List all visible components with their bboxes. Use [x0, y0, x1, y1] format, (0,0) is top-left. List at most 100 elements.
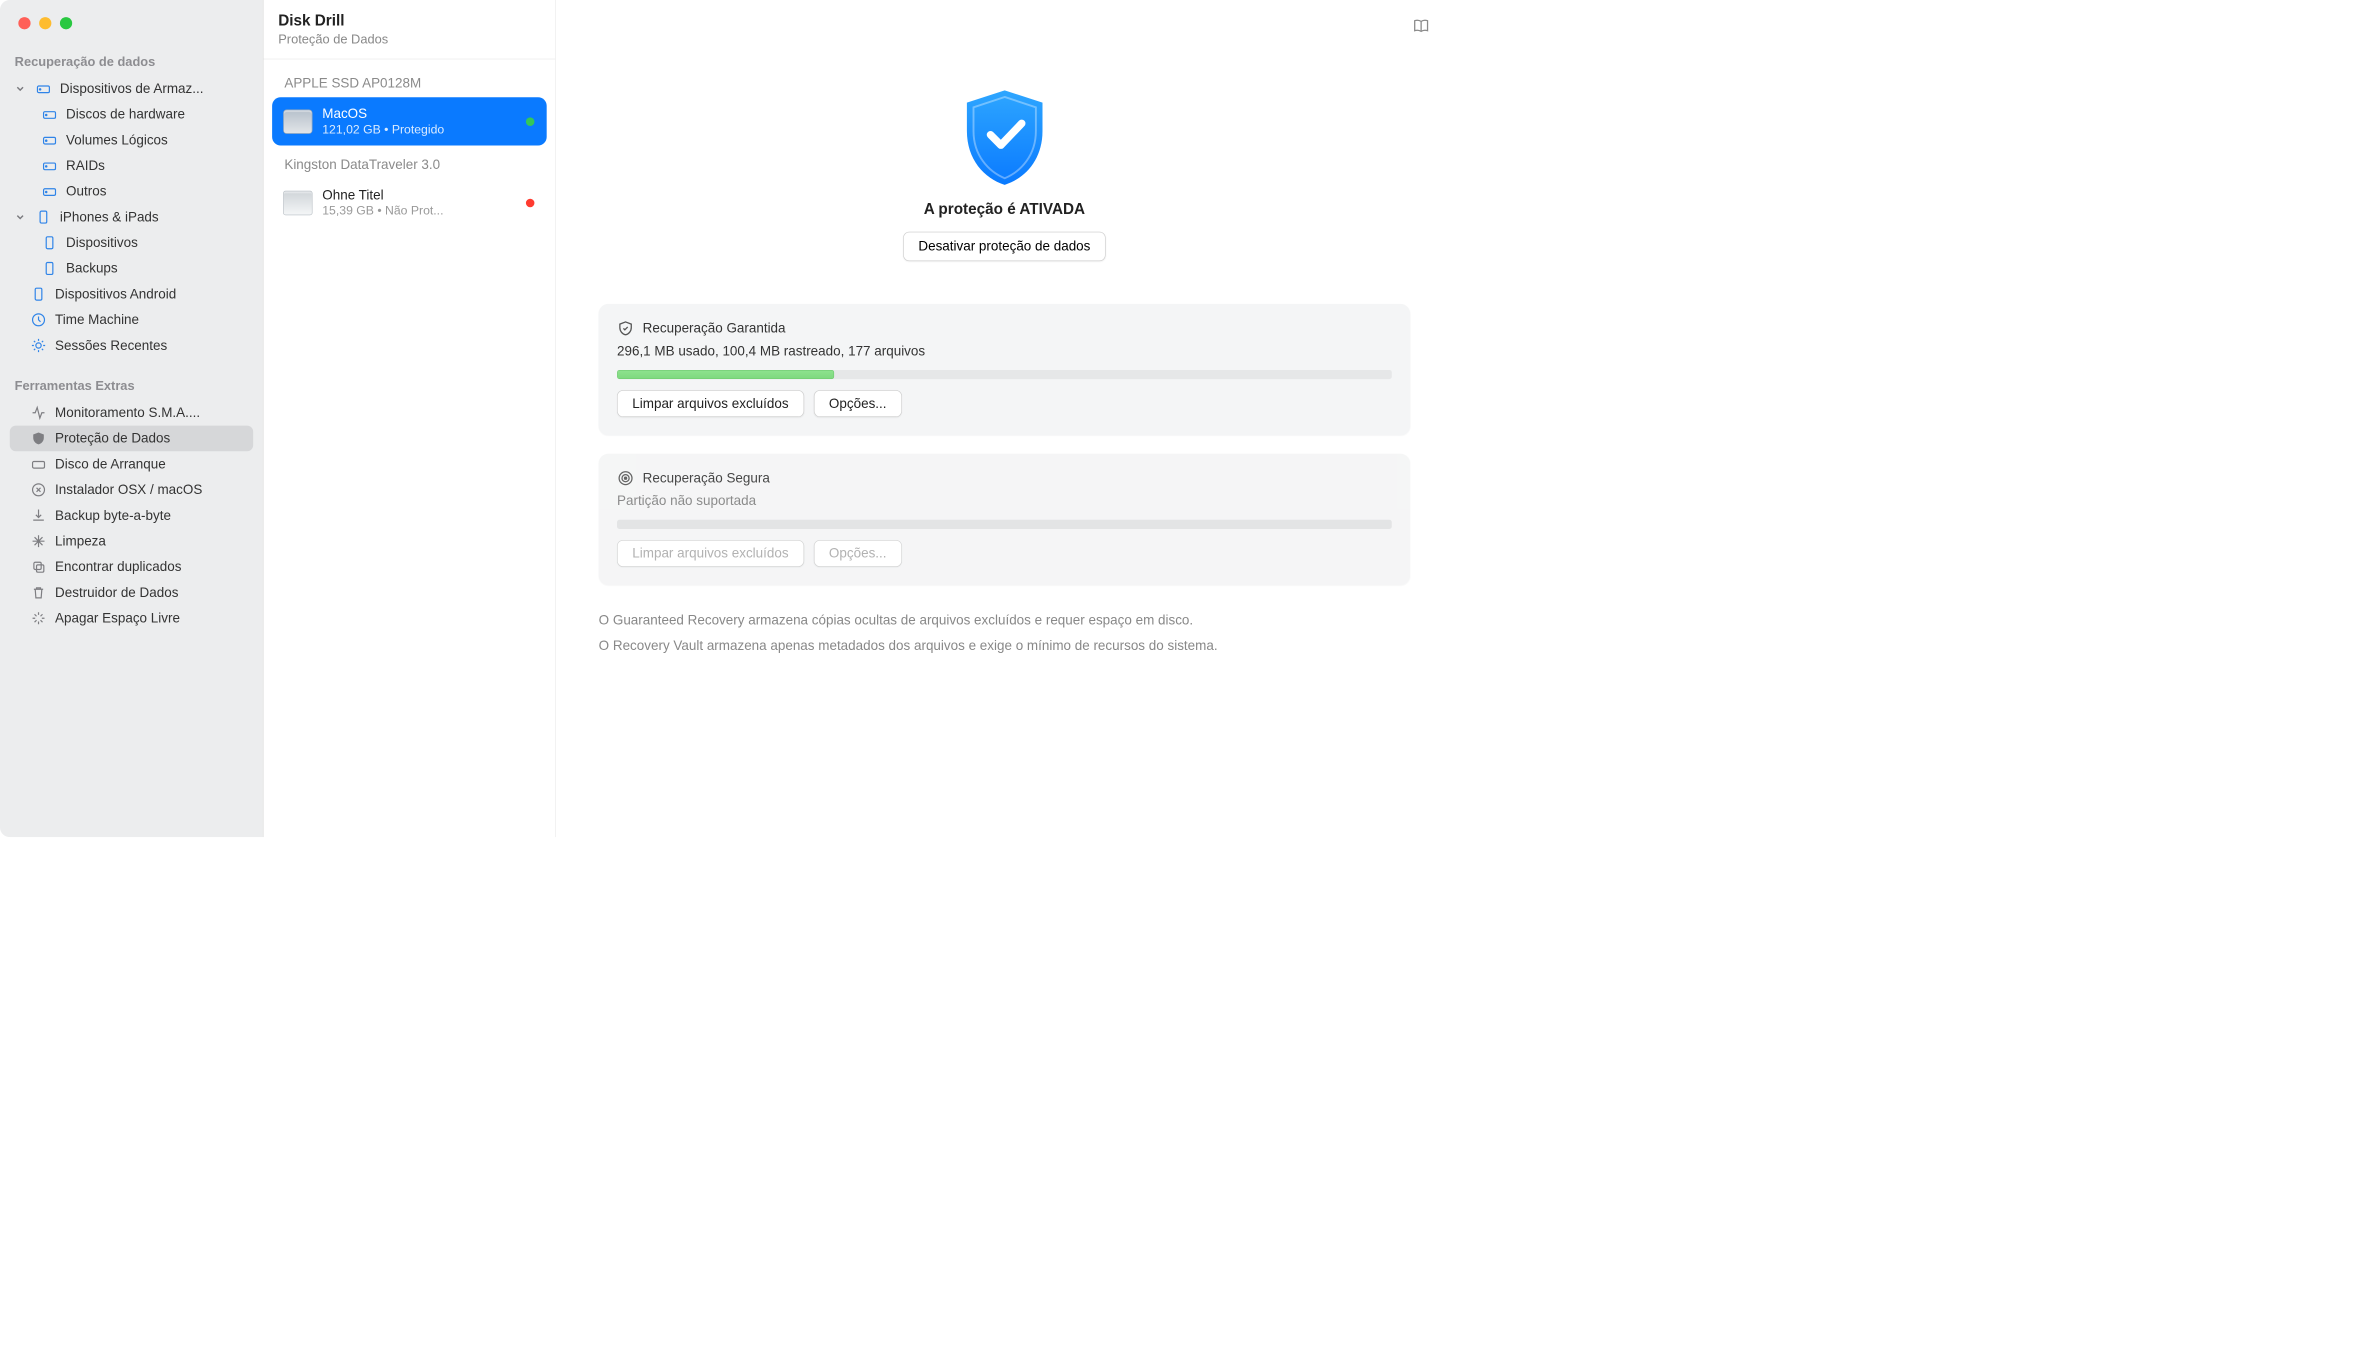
trash-icon [31, 585, 47, 601]
fullscreen-icon[interactable] [60, 17, 72, 29]
nav-item-cleanup[interactable]: Limpeza [10, 528, 253, 554]
drive-icon [42, 183, 58, 199]
nav-item-data-protection[interactable]: Proteção de Dados [10, 426, 253, 452]
nav-section-header-recovery: Recuperação de dados [10, 50, 253, 76]
drive-icon [42, 158, 58, 174]
nav-item-label: Limpeza [55, 533, 106, 549]
nav-item-backups[interactable]: Backups [10, 256, 253, 282]
shield-icon [31, 430, 47, 446]
nav-item-label: Dispositivos [66, 235, 138, 251]
nav-group-storage[interactable]: Dispositivos de Armaz... [10, 76, 253, 102]
android-icon [31, 286, 47, 302]
nav-item-label: Dispositivos Android [55, 286, 176, 302]
progress-bar [617, 370, 1392, 379]
nav-item-recent-sessions[interactable]: Sessões Recentes [10, 333, 253, 359]
status-dot-unprotected [526, 198, 535, 207]
nav-item-byte-backup[interactable]: Backup byte-a-byte [10, 503, 253, 529]
nav-item-drive-backup[interactable]: Disco de Arranque [10, 451, 253, 477]
nav-item-android[interactable]: Dispositivos Android [10, 281, 253, 307]
volume-name: MacOS [322, 106, 535, 122]
nav-item-label: Disco de Arranque [55, 456, 166, 472]
nav-item-time-machine[interactable]: Time Machine [10, 307, 253, 333]
nav-item-devices[interactable]: Dispositivos [10, 230, 253, 256]
internal-drive-icon [283, 109, 312, 133]
secure-recovery-panel: Recuperação Segura Partição não suportad… [599, 454, 1410, 585]
panel-title: Recuperação Segura [643, 470, 770, 486]
nav-item-label: Destruidor de Dados [55, 585, 178, 601]
guaranteed-recovery-panel: Recuperação Garantida 296,1 MB usado, 10… [599, 304, 1410, 435]
nav-item-free-space[interactable]: Apagar Espaço Livre [10, 605, 253, 631]
shield-icon [617, 320, 634, 337]
nav-item-smart[interactable]: Monitoramento S.M.A.... [10, 400, 253, 426]
note-text: O Recovery Vault armazena apenas metadad… [599, 633, 1410, 659]
sparkle-icon [31, 610, 47, 626]
nav-item-label: RAIDs [66, 158, 105, 174]
copy-icon [31, 559, 47, 575]
nav-item-label: Time Machine [55, 312, 139, 328]
nav-item-label: Discos de hardware [66, 106, 185, 122]
nav-item-label: Apagar Espaço Livre [55, 610, 180, 626]
hero-title: A proteção é ATIVADA [924, 201, 1085, 219]
nav-item-label: iPhones & iPads [60, 209, 159, 225]
nav-item-label: Monitoramento S.M.A.... [55, 405, 247, 421]
volume-subtitle: 121,02 GB • Protegido [322, 123, 535, 137]
nav-item-label: Sessões Recentes [55, 338, 167, 354]
panel-subtitle: 296,1 MB usado, 100,4 MB rastreado, 177 … [617, 343, 1392, 359]
footer-notes: O Guaranteed Recovery armazena cópias oc… [599, 607, 1410, 658]
phone-icon [42, 260, 58, 276]
chevron-down-icon [16, 81, 27, 97]
chevron-down-icon [16, 209, 27, 225]
app-window: Recuperação de dados Dispositivos de Arm… [0, 0, 1453, 837]
sidebar: Recuperação de dados Dispositivos de Arm… [0, 0, 264, 837]
close-circle-icon [31, 482, 47, 498]
nav-item-label: Volumes Lógicos [66, 132, 168, 148]
volume-group-header: APPLE SSD AP0128M [272, 64, 547, 97]
clear-excluded-button[interactable]: Limpar arquivos excluídos [617, 390, 804, 417]
drive-icon [42, 106, 58, 122]
nav-item-osx-installer[interactable]: Instalador OSX / macOS [10, 477, 253, 503]
options-button: Opções... [814, 540, 902, 567]
status-dot-protected [526, 117, 535, 126]
sparkle-icon [31, 533, 47, 549]
app-title: Disk Drill [278, 12, 540, 30]
nav-group-iphones[interactable]: iPhones & iPads [10, 204, 253, 230]
app-subtitle: Proteção de Dados [278, 32, 540, 47]
phone-icon [42, 235, 58, 251]
nav-item-label: Instalador OSX / macOS [55, 482, 202, 498]
nav-item-label: Proteção de Dados [55, 430, 170, 446]
panel-title: Recuperação Garantida [643, 320, 786, 336]
progress-bar [617, 520, 1392, 529]
drive-icon [31, 456, 47, 472]
clock-icon [31, 312, 47, 328]
nav-item-label: Backup byte-a-byte [55, 508, 171, 524]
nav-item-raids[interactable]: RAIDs [10, 153, 253, 179]
protection-hero: A proteção é ATIVADA Desativar proteção … [556, 0, 1453, 286]
nav-item-data-shredder[interactable]: Destruidor de Dados [10, 580, 253, 606]
disable-protection-button[interactable]: Desativar proteção de dados [903, 232, 1106, 261]
nav-item-duplicates[interactable]: Encontrar duplicados [10, 554, 253, 580]
volume-item-usb[interactable]: Ohne Titel 15,39 GB • Não Prot... [272, 179, 547, 227]
window-controls [0, 11, 263, 48]
nav-item-logical-volumes[interactable]: Volumes Lógicos [10, 127, 253, 153]
download-icon [31, 508, 47, 524]
nav-item-label: Outros [66, 183, 106, 199]
nav-item-hardware-disks[interactable]: Discos de hardware [10, 102, 253, 128]
close-icon[interactable] [18, 17, 30, 29]
drive-icon [42, 132, 58, 148]
nav-item-label: Dispositivos de Armaz... [60, 81, 247, 97]
clear-excluded-button: Limpar arquivos excluídos [617, 540, 804, 567]
target-icon [617, 470, 634, 487]
nav-item-label: Backups [66, 260, 118, 276]
options-button[interactable]: Opções... [814, 390, 902, 417]
phone-icon [35, 209, 51, 225]
title-bar: Disk Drill Proteção de Dados [264, 0, 556, 59]
help-book-icon[interactable] [1410, 17, 1432, 34]
nav-item-others[interactable]: Outros [10, 179, 253, 205]
volume-list-panel: Disk Drill Proteção de Dados APPLE SSD A… [264, 0, 556, 837]
panel-subtitle: Partição não suportada [617, 493, 1392, 509]
minimize-icon[interactable] [39, 17, 51, 29]
progress-fill [617, 370, 834, 379]
volume-name: Ohne Titel [322, 187, 535, 203]
shield-check-icon [955, 86, 1053, 190]
volume-item-macos[interactable]: MacOS 121,02 GB • Protegido [272, 97, 547, 145]
